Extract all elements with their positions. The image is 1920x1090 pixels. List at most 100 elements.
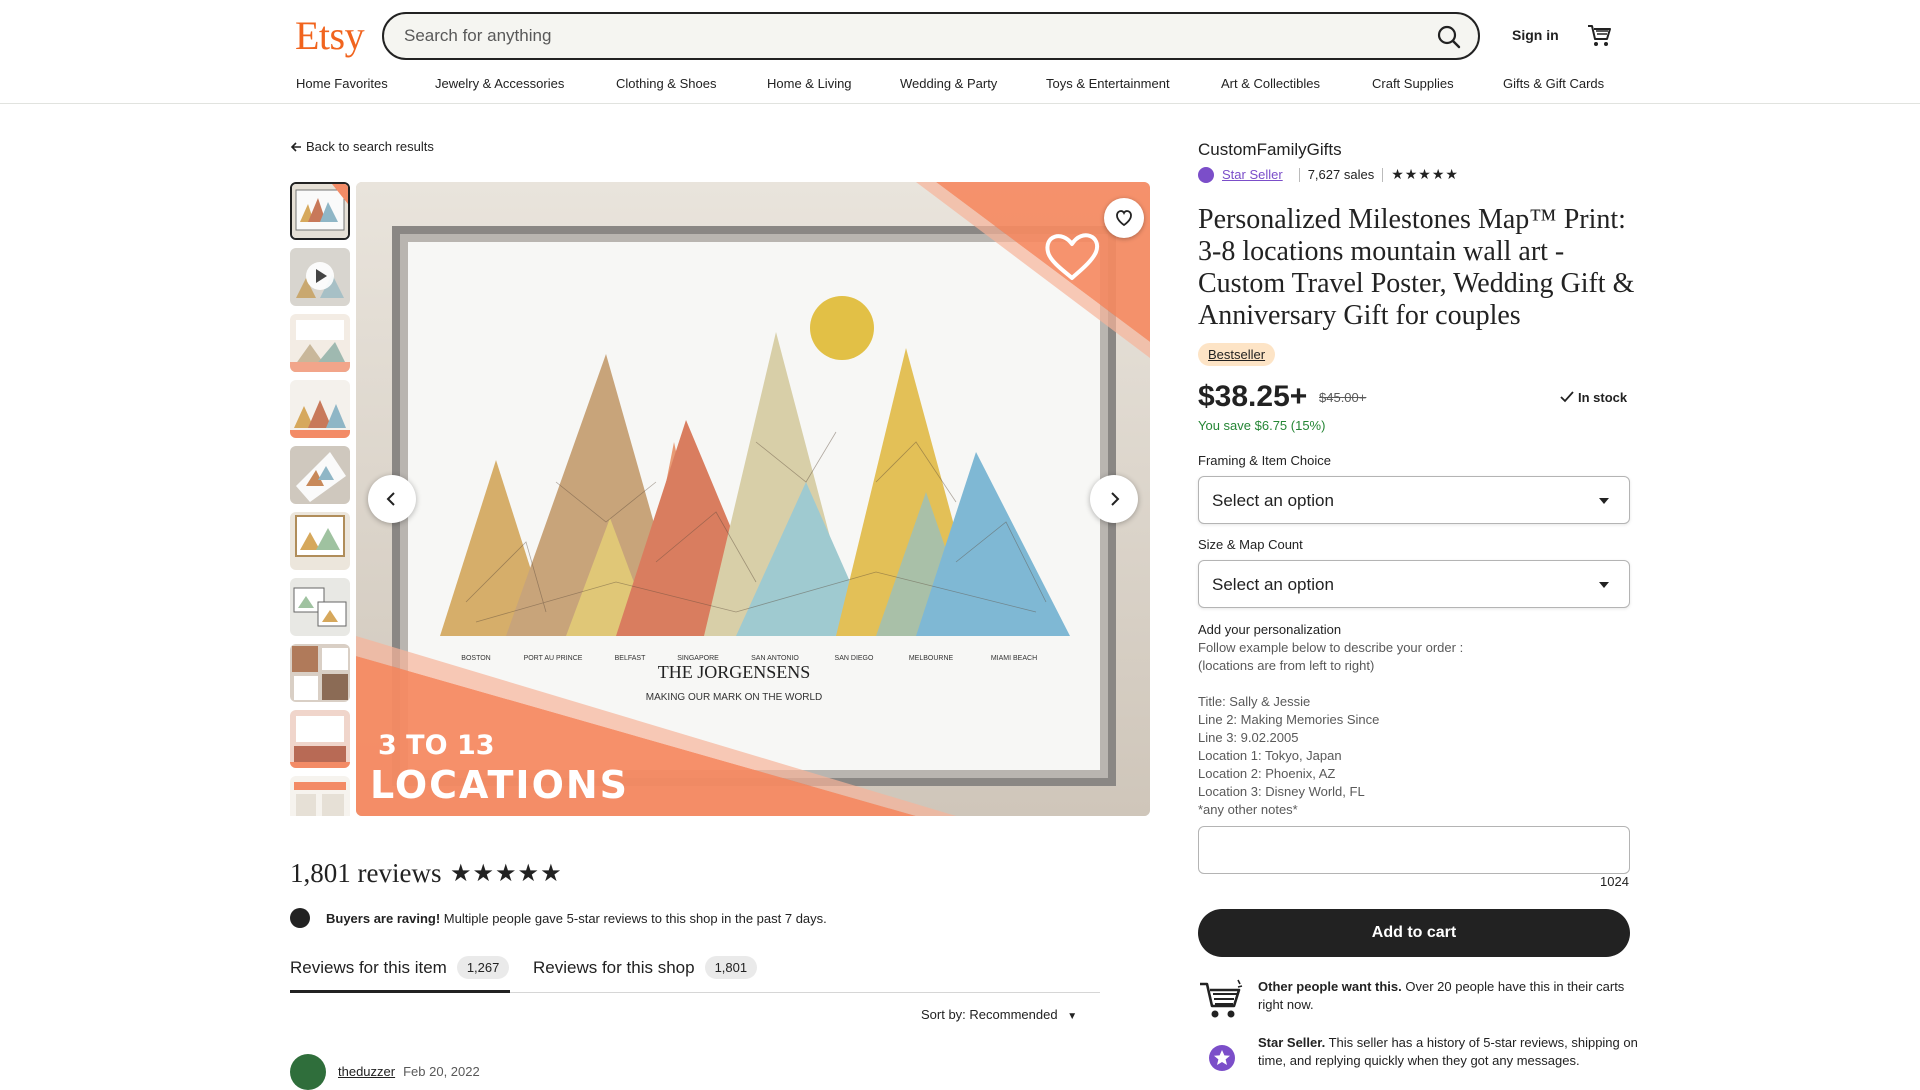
category-nav: Home Favorites Jewelry & Accessories Clo… xyxy=(0,76,1920,100)
nav-wedding[interactable]: Wedding & Party xyxy=(900,76,997,91)
prev-image-button[interactable] xyxy=(368,475,416,523)
caret-down-icon xyxy=(1599,498,1609,504)
star-seller-notice: Star Seller. This seller has a history o… xyxy=(1198,1034,1638,1084)
caret-down-icon: ▼ xyxy=(1067,1011,1078,1022)
site-header: Etsy Sign in Home Favorites Jewelry & Ac… xyxy=(0,0,1920,104)
shop-rating-stars[interactable]: ★★★★★ xyxy=(1391,166,1459,183)
divider xyxy=(1382,167,1384,182)
framing-select[interactable]: Select an option xyxy=(1198,476,1630,524)
active-tab-indicator xyxy=(290,990,510,993)
personalization-instructions: Follow example below to describe your or… xyxy=(1198,640,1464,817)
avatar[interactable] xyxy=(290,1054,326,1090)
thumbnail-6[interactable] xyxy=(290,512,350,570)
nav-home-living[interactable]: Home & Living xyxy=(767,76,852,91)
search-button[interactable] xyxy=(1434,22,1464,52)
review-date: Feb 20, 2022 xyxy=(403,1064,480,1079)
personalization-label: Add your personalization xyxy=(1198,622,1342,637)
tab-item-count: 1,267 xyxy=(456,956,510,979)
nav-toys[interactable]: Toys & Entertainment xyxy=(1046,76,1170,91)
arrow-left-icon xyxy=(290,142,301,152)
option1-label: Framing & Item Choice xyxy=(1198,453,1331,468)
nav-art[interactable]: Art & Collectibles xyxy=(1221,76,1320,91)
thumbnail-9[interactable] xyxy=(290,710,350,768)
framing-select-value: Select an option xyxy=(1212,491,1334,510)
price: $38.25+ xyxy=(1198,380,1308,413)
image-overlay-count: 3 TO 13 xyxy=(378,730,495,761)
shop-name-link[interactable]: CustomFamilyGifts xyxy=(1198,140,1342,160)
thumbnail-3[interactable] xyxy=(290,314,350,372)
search-bar[interactable] xyxy=(382,12,1480,60)
next-image-button[interactable] xyxy=(1090,475,1138,523)
stock-status: In stock xyxy=(1560,390,1627,405)
demand-bold: Other people want this. xyxy=(1258,979,1402,994)
raving-bold: Buyers are raving! xyxy=(326,911,441,926)
tab-reviews-shop[interactable]: Reviews for this shop 1,801 xyxy=(533,956,758,979)
back-link-label: Back to search results xyxy=(306,139,434,154)
divider xyxy=(1298,167,1300,182)
favorite-button[interactable] xyxy=(1104,198,1144,238)
personalization-input[interactable] xyxy=(1198,826,1630,874)
star-badge-icon xyxy=(290,908,310,928)
tab-reviews-item[interactable]: Reviews for this item 1,267 xyxy=(290,956,510,979)
star-seller-badge-icon xyxy=(1209,1045,1235,1071)
stock-label: In stock xyxy=(1578,390,1628,405)
thumbnail-10[interactable] xyxy=(290,776,350,816)
thumbnail-5[interactable] xyxy=(290,446,350,504)
thumbnail-8[interactable] xyxy=(290,644,350,702)
tab-shop-label: Reviews for this shop xyxy=(533,958,695,977)
image-location-7: MELBOURNE xyxy=(909,655,954,662)
sales-count: 7,627 sales xyxy=(1307,167,1375,182)
main-product-image[interactable]: BOSTON PORT AU PRINCE BELFAST SINGAPORE … xyxy=(356,182,1150,816)
option2-label: Size & Map Count xyxy=(1198,537,1303,552)
heart-icon xyxy=(1116,210,1132,227)
thumbnail-1[interactable] xyxy=(290,182,350,240)
image-overlay-word: LOCATIONS xyxy=(370,763,629,807)
bestseller-badge[interactable]: Bestseller xyxy=(1198,343,1276,366)
image-location-2: PORT AU PRINCE xyxy=(524,655,583,662)
reviews-heading: 1,801 reviews xyxy=(290,858,442,888)
sort-dropdown[interactable]: Sort by: Recommended ▼ xyxy=(921,1007,1077,1022)
image-location-3: BELFAST xyxy=(615,655,646,662)
search-input[interactable] xyxy=(404,24,1364,48)
image-location-4: SINGAPORE xyxy=(677,655,719,662)
search-icon xyxy=(1437,25,1461,49)
back-to-results-link[interactable]: Back to search results xyxy=(290,139,434,154)
thumbnail-2-video[interactable] xyxy=(290,248,350,306)
thumbnail-7[interactable] xyxy=(290,578,350,636)
size-select-value: Select an option xyxy=(1212,575,1334,594)
reviewer-name[interactable]: theduzzer xyxy=(338,1064,395,1079)
star-seller-icon xyxy=(1198,166,1214,183)
add-to-cart-button[interactable]: Add to cart xyxy=(1198,909,1630,957)
seller-info: Star Seller 7,627 sales ★★★★★ xyxy=(1198,166,1459,183)
nav-gifts[interactable]: Gifts & Gift Cards xyxy=(1503,76,1604,91)
image-location-8: MIAMI BEACH xyxy=(991,655,1037,662)
star-seller-text: Star Seller. This seller has a history o… xyxy=(1258,1034,1638,1070)
cart-icon xyxy=(1200,979,1243,1018)
image-location-5: SAN ANTONIO xyxy=(751,655,799,662)
star-seller-bold: Star Seller. xyxy=(1258,1035,1326,1050)
reviews-stars: ★★★★★ xyxy=(450,860,563,887)
checkmark-icon xyxy=(1560,391,1574,403)
nav-home-favorites[interactable]: Home Favorites xyxy=(296,76,388,91)
image-family-name: THE JORGENSENS xyxy=(658,662,811,682)
buyers-raving-note: Buyers are raving! Multiple people gave … xyxy=(326,911,827,926)
tab-shop-count: 1,801 xyxy=(704,956,758,979)
product-photo: BOSTON PORT AU PRINCE BELFAST SINGAPORE … xyxy=(356,182,1150,816)
original-price: $45.00+ xyxy=(1319,390,1367,405)
star-seller-link[interactable]: Star Seller xyxy=(1222,167,1283,182)
character-counter: 1024 xyxy=(1600,874,1629,889)
etsy-logo[interactable]: Etsy xyxy=(295,12,365,59)
sign-in-link[interactable]: Sign in xyxy=(1512,27,1559,43)
thumbnail-4[interactable] xyxy=(290,380,350,438)
size-select[interactable]: Select an option xyxy=(1198,560,1630,608)
nav-craft[interactable]: Craft Supplies xyxy=(1372,76,1454,91)
raving-text: Multiple people gave 5-star reviews to t… xyxy=(440,911,827,926)
chevron-right-icon xyxy=(1111,492,1120,506)
nav-clothing[interactable]: Clothing & Shoes xyxy=(616,76,716,91)
product-title: Personalized Milestones Map™ Print: 3-8 … xyxy=(1198,204,1635,331)
image-location-6: SAN DIEGO xyxy=(835,655,874,662)
cart-icon[interactable] xyxy=(1586,22,1612,48)
nav-jewelry[interactable]: Jewelry & Accessories xyxy=(435,76,564,91)
demand-notice: Other people want this. Over 20 people h… xyxy=(1198,978,1638,1028)
caret-down-icon xyxy=(1599,582,1609,588)
